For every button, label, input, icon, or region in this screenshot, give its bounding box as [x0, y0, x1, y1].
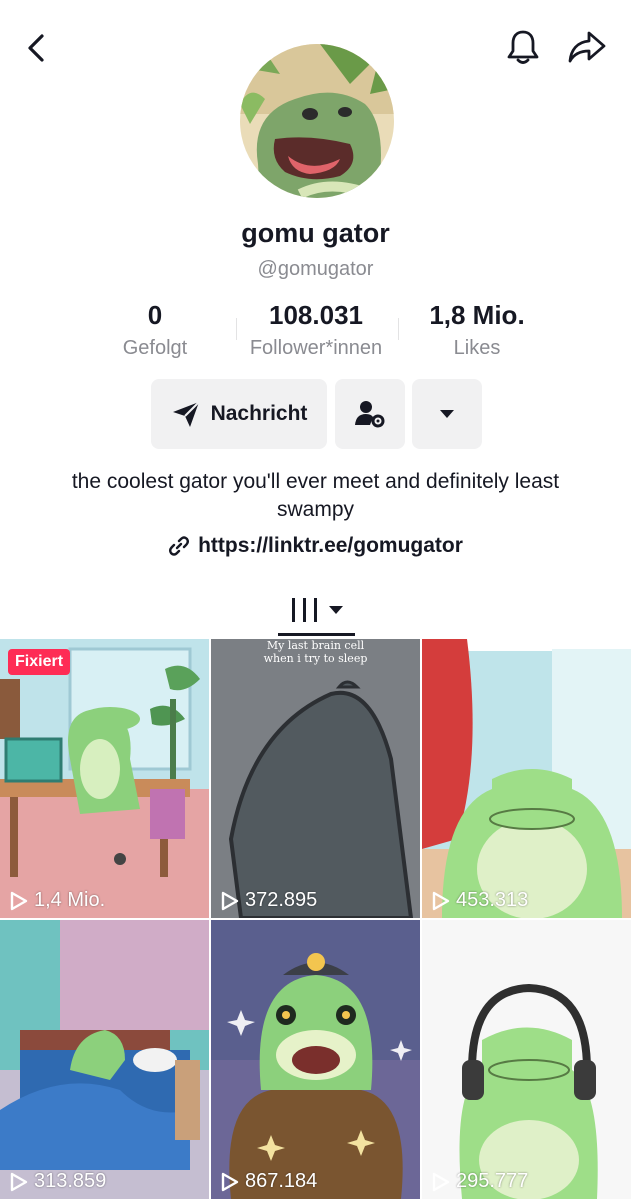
share-button[interactable] — [564, 26, 610, 68]
likes-count: 1,8 Mio. — [429, 300, 525, 330]
video-grid-icon — [292, 598, 317, 622]
message-button[interactable]: Nachricht — [151, 379, 327, 449]
view-count: 1,4 Mio. — [10, 889, 105, 912]
video-thumbnail[interactable]: 295.777 — [422, 920, 631, 1199]
view-count: 867.184 — [221, 1170, 317, 1193]
bell-icon — [507, 30, 539, 64]
play-icon — [221, 1172, 239, 1191]
pinned-badge: Fixiert — [8, 649, 71, 675]
caret-down-icon — [329, 606, 343, 614]
caret-down-icon — [440, 410, 454, 418]
following-stat[interactable]: 0 Gefolgt — [70, 300, 240, 360]
link-icon — [169, 536, 190, 556]
follow-settings-button[interactable] — [335, 379, 405, 449]
profile-link[interactable]: https://linktr.ee/gomugator — [0, 534, 631, 558]
following-count: 0 — [147, 300, 163, 330]
notifications-button[interactable] — [502, 26, 544, 68]
video-caption: My last brain cell when i try to sleep — [263, 639, 368, 665]
person-gear-icon — [355, 401, 385, 428]
play-icon — [432, 1172, 450, 1191]
play-icon — [221, 891, 239, 910]
profile-bio: the coolest gator you'll ever meet and d… — [71, 470, 560, 521]
play-icon — [10, 1172, 28, 1191]
view-count: 313.859 — [10, 1170, 106, 1193]
profile-name: gomu gator — [241, 218, 390, 248]
video-thumbnail[interactable]: 453.313 — [422, 639, 631, 918]
share-arrow-icon — [568, 31, 606, 63]
followers-count: 108.031 — [269, 300, 363, 330]
following-label: Gefolgt — [122, 337, 188, 359]
back-button[interactable] — [16, 28, 56, 68]
likes-stat[interactable]: 1,8 Mio. Likes — [392, 300, 562, 360]
video-thumbnail[interactable]: My last brain cell when i try to sleep 3… — [211, 639, 420, 918]
profile-handle: @gomugator — [257, 258, 374, 280]
view-count: 295.777 — [432, 1170, 528, 1193]
likes-label: Likes — [453, 337, 501, 359]
paper-plane-icon — [172, 401, 200, 427]
tab-videos[interactable] — [276, 585, 356, 635]
video-thumbnail[interactable]: 867.184 — [211, 920, 420, 1199]
followers-stat[interactable]: 108.031 Follower*innen — [231, 300, 401, 360]
profile-link-text: https://linktr.ee/gomugator — [198, 534, 463, 557]
message-button-label: Nachricht — [210, 402, 308, 425]
video-thumbnail[interactable]: Fixiert 1,4 Mio. — [0, 639, 209, 918]
play-icon — [10, 891, 28, 910]
video-thumbnail[interactable]: 313.859 — [0, 920, 209, 1199]
more-options-button[interactable] — [412, 379, 482, 449]
view-count: 372.895 — [221, 889, 317, 912]
tab-indicator — [278, 633, 355, 636]
view-count: 453.313 — [432, 889, 528, 912]
followers-label: Follower*innen — [249, 337, 383, 359]
play-icon — [432, 891, 450, 910]
video-grid: Fixiert 1,4 Mio. My last brain cell when… — [0, 639, 631, 1200]
avatar — [240, 44, 394, 198]
chevron-left-icon — [28, 34, 44, 62]
